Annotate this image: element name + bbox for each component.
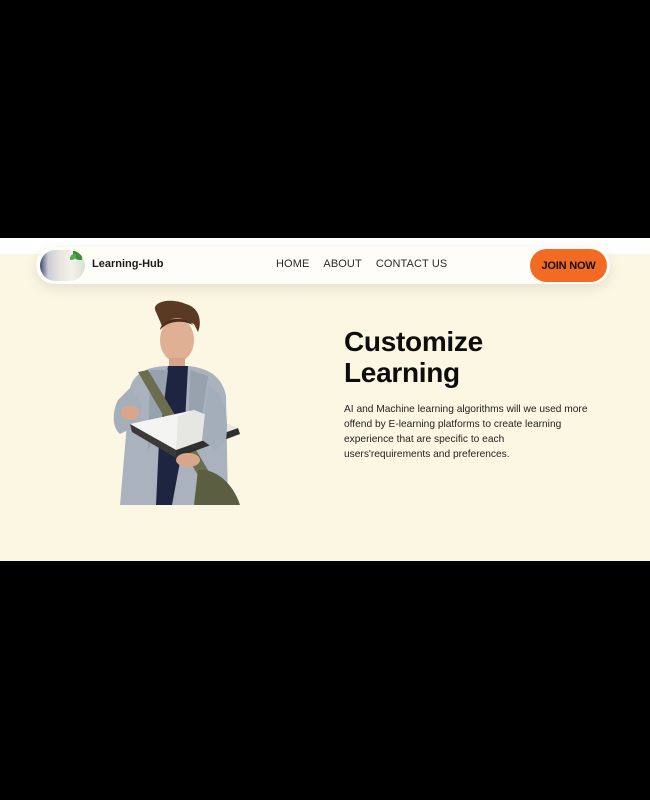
- join-now-button[interactable]: JOIN NOW: [530, 249, 607, 282]
- nav-contact-link[interactable]: CONTACT US: [376, 258, 448, 270]
- nav-about-link[interactable]: ABOUT: [323, 258, 361, 270]
- hero-title-line2: Learning: [344, 357, 460, 388]
- hero-title: Customize Learning: [344, 326, 624, 388]
- nav-home-link[interactable]: HOME: [276, 258, 309, 270]
- letterbox-bottom: [0, 561, 650, 800]
- student-reading-image: [113, 300, 240, 505]
- logo-image[interactable]: [40, 250, 85, 281]
- letterbox-top: [0, 0, 650, 238]
- navbar: Learning-Hub HOME ABOUT CONTACT US JOIN …: [36, 247, 610, 284]
- hero-title-line1: Customize: [344, 326, 483, 357]
- brand-name[interactable]: Learning-Hub: [92, 258, 164, 270]
- landing-page: Learning-Hub HOME ABOUT CONTACT US JOIN …: [0, 238, 650, 561]
- nav-links: HOME ABOUT CONTACT US: [276, 258, 447, 270]
- hero-description: AI and Machine learning algorithms will …: [344, 404, 588, 460]
